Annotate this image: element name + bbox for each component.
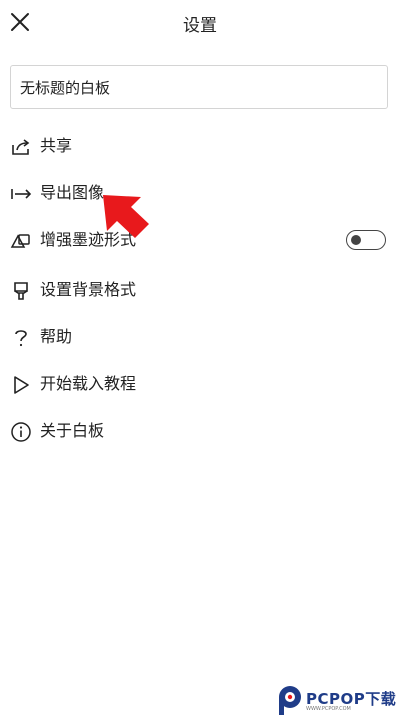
menu-item-share[interactable]: 共享 — [0, 126, 400, 166]
settings-header: 设置 — [0, 0, 400, 46]
page-title: 设置 — [183, 16, 217, 36]
ink-enhance-toggle[interactable] — [346, 230, 386, 250]
menu-item-tutorial[interactable]: 开始载入教程 — [0, 364, 400, 404]
menu-item-ink-enhance[interactable]: 增强墨迹形式 — [0, 220, 400, 260]
watermark-sub: WWW.PCPOP.COM — [306, 706, 351, 712]
menu-label-tutorial: 开始载入教程 — [40, 374, 137, 393]
menu-label-about: 关于白板 — [40, 421, 105, 440]
menu-label-share: 共享 — [40, 136, 73, 155]
menu-item-export-image[interactable]: 导出图像 — [0, 173, 400, 213]
paint-brush-icon — [14, 282, 28, 300]
share-icon — [12, 139, 30, 155]
menu-item-about[interactable]: 关于白板 — [0, 411, 400, 451]
pcpop-watermark: PCPOP下载 WWW.PCPOP.COM — [276, 684, 400, 716]
board-name-input[interactable] — [10, 65, 388, 109]
ink-shapes-icon — [10, 234, 30, 248]
question-icon — [15, 330, 27, 347]
play-icon — [14, 376, 29, 394]
pcpop-logo-icon — [279, 686, 301, 715]
toggle-knob — [351, 234, 361, 245]
menu-label-export-image: 导出图像 — [40, 183, 105, 202]
info-icon — [11, 422, 31, 442]
menu-label-background-format: 设置背景格式 — [40, 280, 137, 299]
menu-label-help: 帮助 — [40, 327, 73, 346]
menu-item-help[interactable]: 帮助 — [0, 317, 400, 357]
menu-label-ink-enhance: 增强墨迹形式 — [40, 230, 137, 249]
export-arrow-icon — [11, 189, 32, 199]
menu-item-background-format[interactable]: 设置背景格式 — [0, 270, 400, 310]
